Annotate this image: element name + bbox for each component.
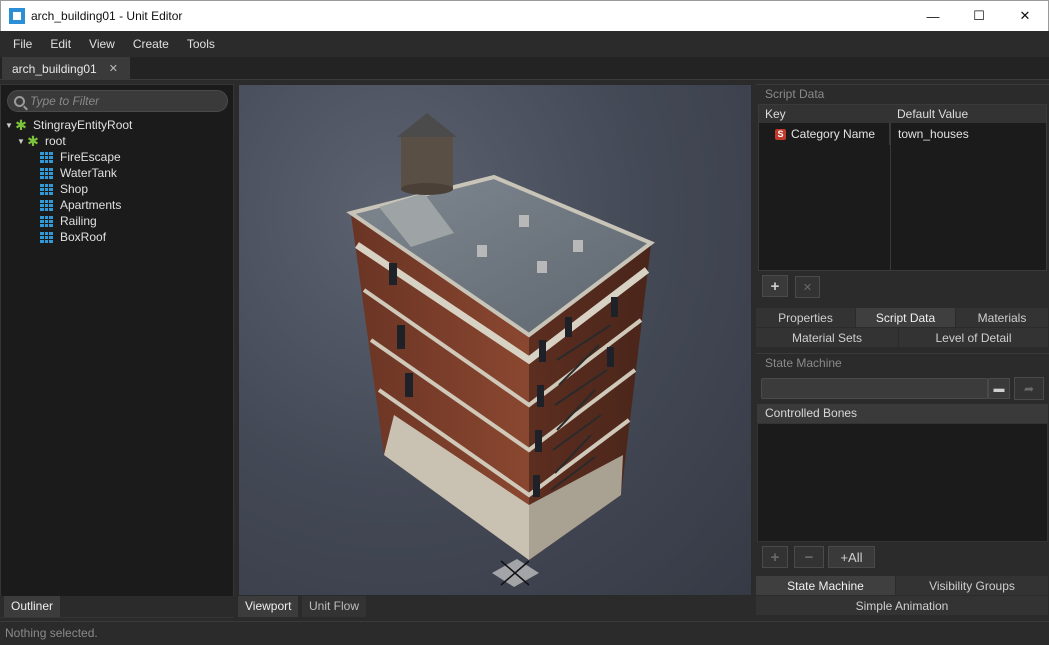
tab-viewport[interactable]: Viewport [238,596,299,617]
controlled-bones-list[interactable] [757,423,1048,542]
browse-folder-icon[interactable]: ▬ [988,378,1010,399]
expand-caret-icon[interactable]: ▼ [4,121,14,130]
tree-node-shop[interactable]: Shop [1,181,233,197]
document-tab-label: arch_building01 [12,61,97,76]
tab-simple-animation[interactable]: Simple Animation [756,596,1049,616]
string-type-icon: S [775,128,786,140]
add-bone-button[interactable]: + [762,546,788,568]
animation-tabs-row1: State Machine Visibility Groups [756,576,1049,596]
row-key-cell: S Category Name [759,123,890,145]
tree-node-apartments[interactable]: Apartments [1,197,233,213]
search-icon [14,95,25,107]
add-all-bones-button[interactable]: +All [828,546,875,568]
animation-tabs-row2: Simple Animation [756,596,1049,616]
properties-panel: Script Data Key Default Value S Category… [756,84,1049,618]
document-tab-bar: arch_building01 ✕ [0,57,1049,80]
water-tank-base [401,183,453,195]
window-controls: — ☐ ✕ [910,1,1048,31]
tree-node-label: Railing [60,214,97,228]
column-key[interactable]: Key [759,105,891,123]
tab-state-machine[interactable]: State Machine [756,576,896,596]
state-machine-path-input[interactable] [761,378,988,399]
water-tank [401,137,453,189]
script-data-table: Key Default Value S Category Name town_h… [758,104,1047,271]
maximize-button[interactable]: ☐ [956,1,1002,31]
open-reference-icon[interactable]: ➦ [1014,377,1044,400]
tree-node-railing[interactable]: Railing [1,213,233,229]
property-tabs-row1: Properties Script Data Materials [756,308,1049,328]
tab-visibility-groups[interactable]: Visibility Groups [896,576,1049,596]
tree-node-fireescape[interactable]: FireEscape [1,149,233,165]
mesh-icon [40,231,53,243]
tree-node-label: Apartments [60,198,122,212]
title-bar: arch_building01 - Unit Editor — ☐ ✕ [0,0,1049,31]
pivot-gizmo[interactable] [492,559,539,587]
document-tab[interactable]: arch_building01 ✕ [2,57,130,80]
tab-level-of-detail[interactable]: Level of Detail [899,328,1049,348]
entity-icon: ✱ [15,117,27,133]
column-default-value[interactable]: Default Value [891,105,968,123]
tree-node-boxroof[interactable]: BoxRoof [1,229,233,245]
outliner-tree: ▼ ✱ StingrayEntityRoot ▼ ✱ root FireEsca… [1,117,233,245]
mesh-icon [40,215,53,227]
minimize-button[interactable]: — [910,1,956,31]
menu-tools[interactable]: Tools [178,31,224,57]
tab-script-data[interactable]: Script Data [856,308,956,328]
viewport[interactable] [238,84,752,596]
tree-node-label: root [45,134,66,148]
tab-outliner[interactable]: Outliner [4,596,61,617]
filter-input[interactable] [30,94,210,108]
property-tabs-row2: Material Sets Level of Detail [756,328,1049,348]
tree-node-label: StingrayEntityRoot [33,118,133,132]
row-value[interactable]: town_houses [890,127,969,141]
tree-node-label: WaterTank [60,166,117,180]
script-data-header: Key Default Value [759,105,1046,123]
script-data-row[interactable]: S Category Name town_houses [759,123,1046,145]
roof-vent [519,215,529,227]
tree-node-entity-root[interactable]: ▼ ✱ StingrayEntityRoot [1,117,233,133]
tab-unit-flow[interactable]: Unit Flow [302,596,367,617]
status-bar: Nothing selected. [0,621,1049,645]
tab-materials[interactable]: Materials [956,308,1049,328]
entity-icon: ✱ [27,133,39,149]
window-title: arch_building01 - Unit Editor [31,9,183,23]
mesh-icon [40,199,53,211]
building-model [346,113,655,587]
water-tank-roof [397,113,457,137]
close-tab-icon[interactable]: ✕ [109,62,118,75]
tab-properties[interactable]: Properties [756,308,856,328]
menu-view[interactable]: View [80,31,124,57]
tab-material-sets[interactable]: Material Sets [756,328,899,348]
column-divider [890,123,891,270]
tree-node-root[interactable]: ▼ ✱ root [1,133,233,149]
close-button[interactable]: ✕ [1002,1,1048,31]
script-data-title: Script Data [756,84,1049,102]
tree-node-label: Shop [60,182,89,196]
expand-caret-icon[interactable]: ▼ [16,137,26,146]
add-key-button[interactable]: + [762,275,788,297]
remove-bone-button[interactable]: − [794,546,824,568]
menu-edit[interactable]: Edit [41,31,80,57]
outliner-tab-strip: Outliner [0,596,234,617]
tree-node-label: FireEscape [60,150,121,164]
mesh-icon [40,151,53,163]
outliner-panel: ▼ ✱ StingrayEntityRoot ▼ ✱ root FireEsca… [0,84,234,618]
menu-file[interactable]: File [4,31,41,57]
mesh-icon [40,183,53,195]
menu-create[interactable]: Create [124,31,178,57]
viewport-tab-strip: Viewport Unit Flow [238,596,752,617]
roof-vent [477,245,487,257]
row-key: Category Name [791,127,876,141]
controlled-bones-header: Controlled Bones [757,404,1048,423]
remove-key-button[interactable]: ✕ [795,276,820,298]
tree-node-label: BoxRoof [60,230,107,244]
filter-box[interactable] [7,90,228,112]
roof-vent [537,261,547,273]
menu-bar: File Edit View Create Tools [0,31,1049,57]
state-machine-title: State Machine [756,353,1049,371]
roof-vent [573,240,583,252]
app-icon [9,8,25,24]
tree-node-watertank[interactable]: WaterTank [1,165,233,181]
mesh-icon [40,167,53,179]
